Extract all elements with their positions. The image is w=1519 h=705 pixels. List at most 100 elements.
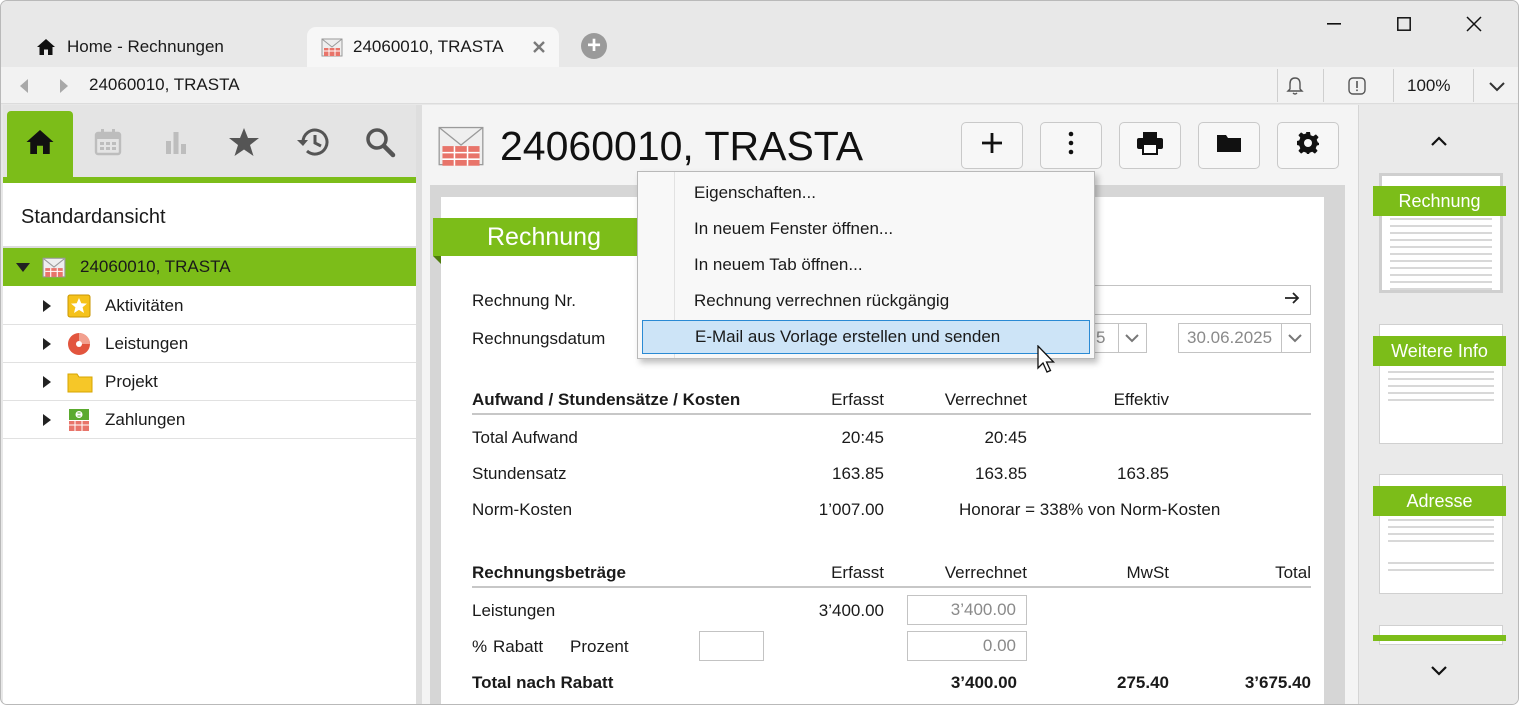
menu-item-label: E-Mail aus Vorlage erstellen und senden: [695, 327, 1001, 346]
statistics-nav-button[interactable]: [143, 111, 209, 177]
tree-item-label: Projekt: [105, 371, 158, 391]
honorar-note: Honorar = 338% von Norm-Kosten: [959, 500, 1221, 519]
folder-icon: [1216, 133, 1242, 158]
close-tab-icon[interactable]: [531, 39, 547, 55]
add-button[interactable]: [961, 122, 1023, 169]
thumbnail-label: Weitere Info: [1373, 336, 1506, 366]
maximize-icon[interactable]: [1381, 7, 1427, 41]
context-menu: Eigenschaften... In neuem Fenster öffnen…: [637, 171, 1095, 359]
invoice-envelope-icon: [436, 121, 486, 174]
tab-label: 24060010, TRASTA: [353, 37, 504, 56]
invoice-date-field[interactable]: 30.06.2025: [1178, 323, 1311, 353]
expanded-caret-icon[interactable]: [16, 262, 30, 272]
invoice-envelope-icon: [321, 36, 343, 58]
leistungen-verrechnet-field[interactable]: 3’400.00: [907, 595, 1027, 625]
section-banner: Rechnung: [433, 218, 638, 256]
menu-item-label: In neuem Fenster öffnen...: [694, 219, 894, 238]
collapsed-caret-icon[interactable]: [43, 413, 51, 426]
row-verrechnet: 20:45: [984, 428, 1027, 447]
row-effektiv: 163.85: [1117, 464, 1169, 483]
invoice-no-label: Rechnung Nr.: [472, 291, 576, 310]
tab-home-rechnungen[interactable]: Home - Rechnungen: [15, 27, 305, 67]
more-vertical-icon: [1067, 130, 1075, 161]
chevron-down-icon[interactable]: [1287, 330, 1303, 351]
page-title: 24060010, TRASTA: [500, 123, 864, 169]
menu-item-label: In neuem Tab öffnen...: [694, 255, 863, 274]
address-bar: 24060010, TRASTA 100%: [1, 67, 1518, 104]
zoom-level[interactable]: 100%: [1407, 76, 1450, 96]
menu-item-new-tab[interactable]: In neuem Tab öffnen...: [642, 248, 1090, 282]
amounts-header: Rechnungsbeträge: [472, 563, 626, 582]
menu-item-new-window[interactable]: In neuem Fenster öffnen...: [642, 212, 1090, 246]
home-nav-button[interactable]: [7, 111, 73, 177]
add-tab-icon[interactable]: +: [581, 33, 607, 59]
calendar-nav-button[interactable]: [75, 111, 141, 177]
search-nav-button[interactable]: [347, 111, 413, 177]
tree-root-label: 24060010, TRASTA: [80, 257, 231, 276]
tab-label: Home - Rechnungen: [67, 37, 224, 56]
forward-arrow-icon[interactable]: [53, 76, 73, 96]
folder-icon: [67, 370, 93, 394]
chevron-down-icon[interactable]: [1124, 330, 1140, 351]
plus-icon: [980, 131, 1004, 160]
favorites-nav-button[interactable]: [211, 111, 277, 177]
bell-icon[interactable]: [1285, 76, 1305, 96]
close-window-icon[interactable]: [1451, 7, 1497, 41]
bar-chart-icon: [161, 127, 191, 162]
effort-header: Aufwand / Stundensätze / Kosten: [472, 390, 741, 409]
payments-icon: [67, 408, 91, 432]
chevron-down-icon[interactable]: [1429, 663, 1449, 683]
minimize-icon[interactable]: [1311, 7, 1357, 41]
chevron-down-icon[interactable]: [1487, 76, 1507, 96]
tree-item-leistungen[interactable]: Leistungen: [3, 325, 416, 363]
gear-icon: [1296, 131, 1320, 160]
prozent-label: Prozent: [570, 637, 629, 656]
leistungen-label: Leistungen: [472, 601, 556, 620]
tree-item-zahlungen[interactable]: Zahlungen: [3, 401, 416, 439]
tree-item-projekt[interactable]: Projekt: [3, 363, 416, 401]
invoice-envelope-icon: [42, 255, 66, 279]
tab-invoice[interactable]: 24060010, TRASTA: [307, 27, 559, 67]
home-icon: [25, 128, 55, 161]
date-field-partial[interactable]: 5: [1093, 323, 1147, 353]
thumbnail-banner-partial: [1373, 635, 1506, 641]
rabatt-amount-field[interactable]: 0.00: [907, 631, 1027, 661]
total-label: Total nach Rabatt: [472, 673, 614, 692]
folder-button[interactable]: [1198, 122, 1260, 169]
collapsed-caret-icon[interactable]: [43, 337, 51, 350]
left-toolbar: [3, 105, 416, 183]
alert-icon[interactable]: [1347, 76, 1367, 96]
rabatt-percent-input[interactable]: [699, 631, 764, 661]
back-arrow-icon[interactable]: [15, 76, 35, 96]
percent-symbol: %: [472, 637, 488, 656]
date-partial-value: 5: [1096, 328, 1106, 347]
printer-icon: [1136, 131, 1164, 160]
menu-item-label: Eigenschaften...: [694, 183, 816, 202]
activities-star-icon: [67, 294, 91, 318]
arrow-right-icon[interactable]: [1284, 290, 1300, 310]
chevron-up-icon[interactable]: [1429, 133, 1449, 153]
history-nav-button[interactable]: [279, 111, 345, 177]
rabatt-label: Rabatt: [493, 637, 544, 656]
mouse-cursor-icon: [1037, 344, 1057, 380]
leistungen-erfasst: 3’400.00: [818, 601, 884, 620]
invoice-no-field[interactable]: [1093, 285, 1311, 315]
tree-root-invoice[interactable]: 24060010, TRASTA: [3, 248, 416, 286]
print-button[interactable]: [1119, 122, 1181, 169]
home-icon: [35, 36, 57, 58]
tree-item-aktivitaeten[interactable]: Aktivitäten: [3, 287, 416, 325]
menu-item-email-template[interactable]: E-Mail aus Vorlage erstellen und senden: [642, 320, 1090, 354]
col-verrechnet: Verrechnet: [944, 390, 1027, 409]
app-window: Home - Rechnungen 24060010, TRASTA + 240…: [0, 0, 1519, 705]
collapsed-caret-icon[interactable]: [43, 375, 51, 388]
thumbnail-label: Adresse: [1373, 486, 1506, 516]
more-button[interactable]: [1040, 122, 1102, 169]
leistungen-verrechnet: 3’400.00: [950, 600, 1016, 619]
row-label: Total Aufwand: [472, 428, 578, 447]
settings-button[interactable]: [1277, 122, 1339, 169]
collapsed-caret-icon[interactable]: [43, 299, 51, 312]
address-text: 24060010, TRASTA: [89, 75, 240, 94]
menu-item-eigenschaften[interactable]: Eigenschaften...: [642, 176, 1090, 210]
total-verrechnet: 3’400.00: [950, 673, 1017, 692]
menu-item-undo-billing[interactable]: Rechnung verrechnen rückgängig: [642, 284, 1090, 318]
